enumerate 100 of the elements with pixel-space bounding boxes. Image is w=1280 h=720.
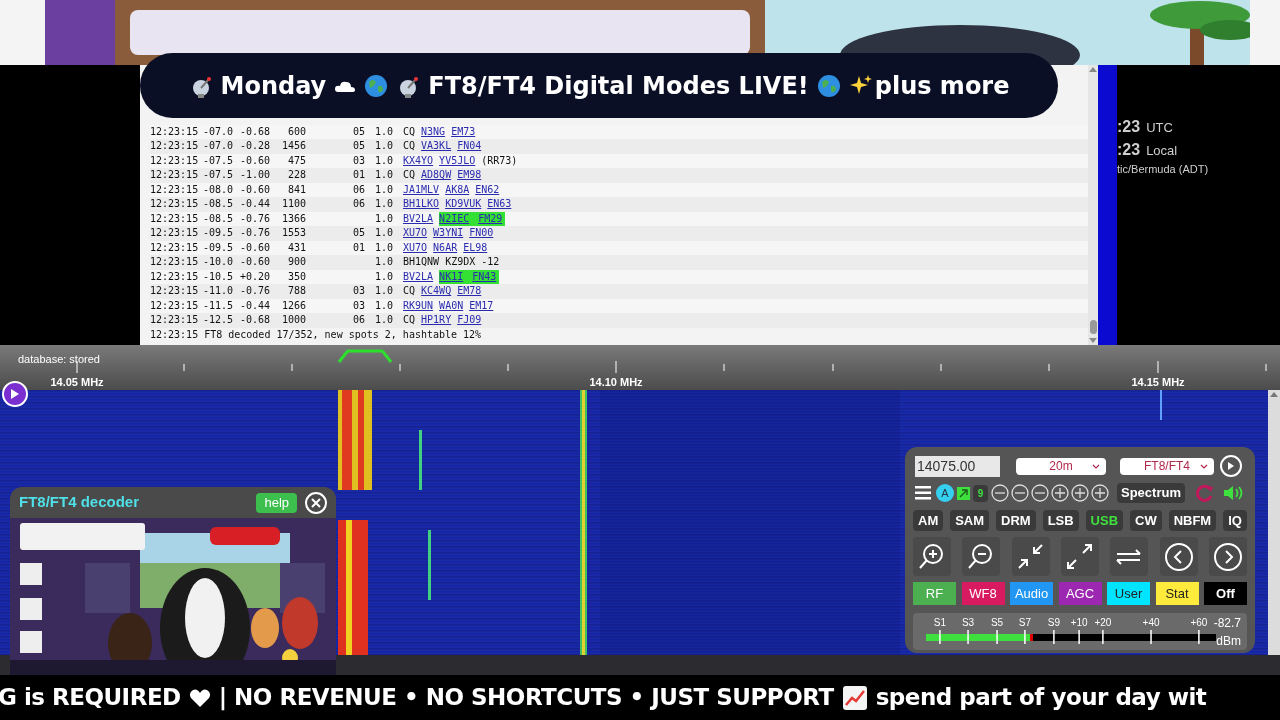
mode-button[interactable]: AM: [913, 510, 944, 531]
version-cell-text: 1.0: [375, 197, 395, 211]
mode-button[interactable]: LSB: [1042, 510, 1079, 531]
caret-icon: [1092, 463, 1100, 469]
version-cell-text: 1.0: [375, 211, 395, 226]
version-cell-text: 1.0: [375, 269, 395, 284]
callsign-link[interactable]: FN04: [457, 139, 482, 154]
callsign-link[interactable]: W3YNI: [433, 226, 464, 241]
callsign-link[interactable]: BH1LKO: [403, 197, 440, 212]
callsign-link[interactable]: EM78: [457, 284, 482, 299]
close-button[interactable]: [305, 491, 327, 514]
frequency-cell-text: 1100: [282, 197, 306, 211]
callsign-link[interactable]: EL98: [463, 240, 488, 255]
dt-cell-text: -0.68: [240, 124, 272, 139]
frequency-field[interactable]: 14075.00: [915, 455, 1000, 477]
database-status: database: stored: [18, 352, 100, 367]
frequency-cell-text: 900: [286, 255, 306, 269]
previous-button[interactable]: [1159, 537, 1198, 576]
plus-circle-icon: [1051, 484, 1069, 502]
version-cell-text: 1.0: [375, 124, 395, 139]
globe-icon: [816, 73, 841, 98]
callsign-link[interactable]: AK8A: [445, 182, 470, 197]
time-cell-text: 12:23:15: [150, 197, 200, 211]
dropdown[interactable]: 20m: [1016, 457, 1106, 475]
callsign-link[interactable]: FN00: [469, 226, 494, 241]
zoom-out-button[interactable]: [962, 537, 1001, 576]
callsign-link[interactable]: BV2LA: [403, 269, 434, 284]
zoom-in-button[interactable]: [1091, 484, 1109, 502]
callsign-link[interactable]: KD9VUK: [445, 197, 482, 212]
frequency-cell-text: 350: [286, 269, 306, 284]
callsign-link[interactable]: EM73: [451, 124, 476, 139]
dt-cell-text: -0.44: [240, 197, 272, 211]
version-cell-text: 1.0: [375, 226, 395, 240]
callsign-link[interactable]: YV5JLO: [439, 153, 476, 168]
dt-cell-text: -0.76: [240, 211, 272, 226]
zoom-fit-button[interactable]: [1011, 537, 1050, 576]
time-cell-text: 12:23:15: [150, 168, 200, 182]
mode-button[interactable]: USB: [1085, 510, 1124, 531]
callsign-link[interactable]: HP1RY: [421, 313, 452, 328]
mode-button[interactable]: IQ: [1223, 510, 1247, 531]
time-cell-text: 12:23:15: [150, 255, 200, 269]
zoom-out-button[interactable]: [1031, 484, 1049, 502]
zoom-max-button[interactable]: [1061, 537, 1099, 576]
next-button[interactable]: [1208, 537, 1247, 576]
callsign-link[interactable]: FJ09: [457, 313, 482, 328]
dt-cell-text: -0.76: [240, 284, 272, 298]
snr-cell-text: -07.5: [203, 153, 235, 168]
frequency-cell: 1366: [282, 211, 306, 226]
zoom-in-button[interactable]: [1051, 484, 1069, 502]
callsign-link[interactable]: RK9UN: [403, 298, 434, 313]
time-cell-text: 12:23:15: [150, 153, 200, 168]
panel-button[interactable]: Stat: [1155, 582, 1199, 605]
meter-scale-label: +60: [1190, 616, 1208, 630]
spectrum-button[interactable]: Spectrum: [1117, 483, 1185, 503]
panel-button[interactable]: Off: [1204, 582, 1247, 605]
mode-button[interactable]: CW: [1130, 510, 1162, 531]
callsign-link[interactable]: N6AR: [433, 240, 458, 255]
dt-cell-text: -1.00: [240, 168, 272, 182]
mode-button[interactable]: DRM: [996, 510, 1036, 531]
panel-button[interactable]: WF8: [961, 582, 1005, 605]
scrollbar[interactable]: [1268, 390, 1280, 655]
message-text: CQ: [403, 284, 416, 298]
zoom-out-button[interactable]: [1011, 484, 1029, 502]
callsign-link[interactable]: EN63: [487, 197, 512, 212]
callsign-link[interactable]: WA0N: [439, 298, 464, 313]
zoom-in-button[interactable]: [1071, 484, 1089, 502]
panel-button[interactable]: User: [1107, 582, 1150, 605]
slot-cell-text: 05: [353, 139, 367, 153]
callsign-link[interactable]: EN62: [475, 182, 500, 197]
slot-cell-text: 06: [353, 197, 367, 211]
callsign-link[interactable]: JA1MLV: [403, 182, 440, 197]
zoom-in-button[interactable]: [913, 537, 951, 576]
mode-button[interactable]: SAM: [950, 510, 990, 531]
clock-time: :23: [1117, 117, 1141, 137]
mode-button[interactable]: NBFM: [1168, 510, 1217, 531]
speaker-icon: [1222, 484, 1245, 502]
swap-button[interactable]: [1110, 537, 1149, 576]
ticker-text: | NO REVENUE • NO SHORTCUTS • JUST SUPPORT: [218, 683, 834, 713]
callsign-link[interactable]: VA3KL: [421, 139, 452, 154]
zoom-out-button[interactable]: [991, 484, 1009, 502]
callsign-link[interactable]: AD8QW: [421, 168, 452, 183]
frequency-cell-text: 841: [286, 182, 306, 197]
callsign-link[interactable]: N3NG: [421, 124, 446, 139]
panel-button[interactable]: AGC: [1058, 582, 1102, 605]
callsign-link[interactable]: KX4YO: [403, 153, 434, 168]
minus-circle-icon: [1031, 484, 1049, 502]
version-cell-text: 1.0: [375, 182, 395, 197]
callsign-link[interactable]: XU7O: [403, 240, 428, 255]
snr-cell-text: -08.5: [203, 211, 235, 226]
play-button[interactable]: [1220, 455, 1242, 477]
dt-cell-text: -0.28: [240, 139, 272, 153]
snr-cell-text: -08.0: [203, 182, 235, 197]
volume-button[interactable]: [1222, 484, 1245, 502]
callsign-link[interactable]: KC4WQ: [421, 284, 452, 299]
dropdown[interactable]: FT8/FT4: [1120, 457, 1214, 475]
callsign-link[interactable]: BV2LA: [403, 211, 434, 226]
frequency-scale[interactable]: database: stored 14.05 MHz 14.10 MHz 14.15 MHz: [0, 345, 1280, 390]
callsign-link[interactable]: XU7O: [403, 226, 428, 241]
callsign-link[interactable]: EM17: [469, 298, 494, 313]
callsign-link[interactable]: EM98: [457, 168, 482, 183]
